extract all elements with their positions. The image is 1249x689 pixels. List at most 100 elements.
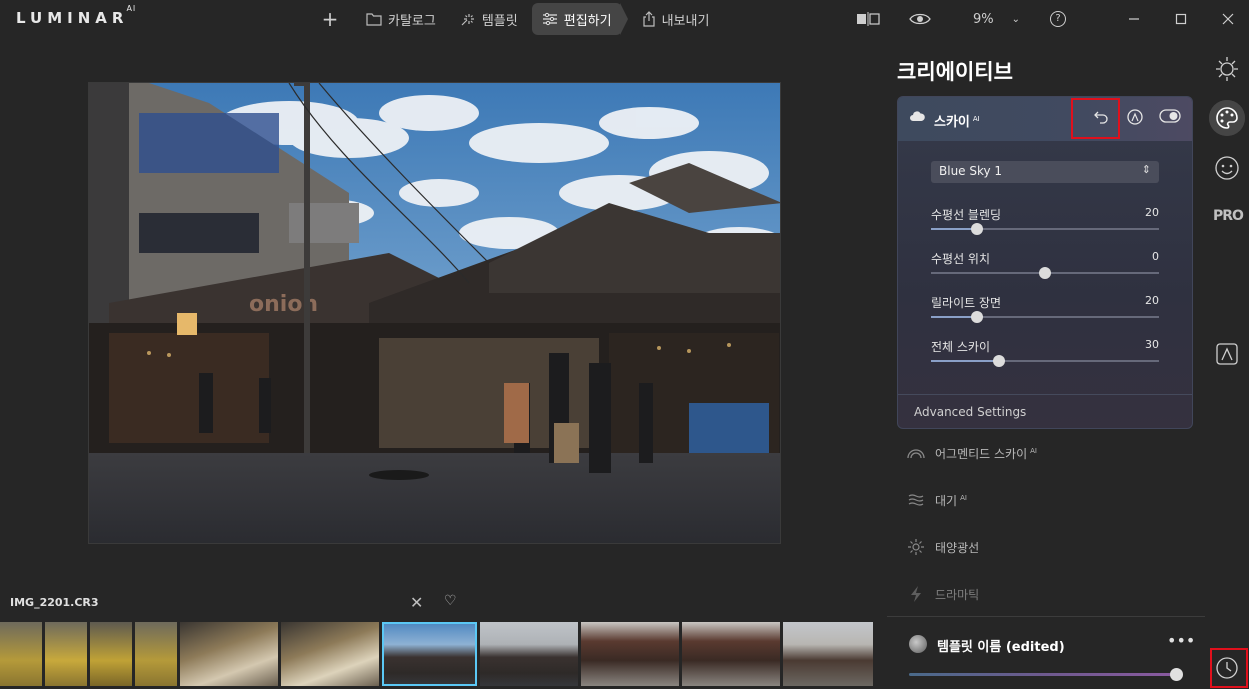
cloud-icon	[910, 111, 925, 121]
tab-export[interactable]: 내보내기	[632, 3, 720, 35]
help-button[interactable]: ?	[1050, 0, 1066, 38]
filmstrip-thumbnail[interactable]	[0, 622, 42, 686]
maximize-button[interactable]	[1175, 0, 1187, 38]
tab-catalog-label: 카탈로그	[388, 13, 436, 29]
slider-value: 20	[1145, 206, 1159, 219]
compare-icon	[857, 12, 880, 26]
pro-icon: PRO	[1213, 208, 1244, 224]
template-bar: 템플릿 이름 (edited) •••	[887, 616, 1205, 689]
slider-horizon-position[interactable]: 수평선 위치 0	[931, 250, 1159, 280]
maximize-icon	[1175, 13, 1187, 25]
chevron-up-down-icon: ⇕	[1141, 163, 1151, 176]
filmstrip-thumbnail[interactable]	[281, 622, 379, 686]
tab-templates[interactable]: 템플릿	[450, 3, 528, 35]
slider-knob[interactable]	[993, 355, 1006, 367]
reject-icon[interactable]: ✕	[410, 593, 423, 612]
filmstrip-header: IMG_2201.CR3 ✕ ♡	[0, 590, 887, 620]
filmstrip-thumbnail[interactable]	[135, 622, 177, 686]
export-icon	[642, 11, 655, 27]
compare-button[interactable]	[856, 0, 880, 38]
advanced-settings-label: Advanced Settings	[914, 405, 1027, 419]
tab-catalog[interactable]: 카탈로그	[356, 3, 446, 35]
tool-label: 태양광선	[935, 540, 980, 555]
slider-knob[interactable]	[970, 311, 983, 323]
more-options-icon[interactable]: •••	[1167, 631, 1195, 650]
essentials-button[interactable]	[1213, 54, 1241, 82]
tool-sunrays[interactable]: 태양광선	[907, 537, 979, 557]
tool-category-rail: PRO	[1205, 38, 1249, 689]
atmosphere-icon	[908, 494, 924, 506]
filmstrip-thumbnail[interactable]	[45, 622, 87, 686]
main-photo[interactable]: onion	[88, 82, 781, 544]
sky-preset-dropdown[interactable]: Blue Sky 1 ⇕	[931, 161, 1159, 183]
top-bar: LUMINARAI + 카탈로그 템플릿 편집하기 내보내기 9% ⌄ ?	[0, 0, 1249, 38]
slider-knob[interactable]	[970, 223, 983, 235]
zoom-dropdown[interactable]: 9% ⌄	[973, 0, 1020, 38]
sliders-icon	[542, 12, 557, 26]
favorite-heart-icon[interactable]: ♡	[444, 593, 457, 609]
template-name: 템플릿 이름 (edited)	[937, 640, 1065, 655]
zoom-value: 9%	[973, 11, 994, 27]
slider-global-sky[interactable]: 전체 스카이 30	[931, 338, 1159, 368]
slider-fill	[931, 360, 1000, 362]
slider-label: 수평선 위치	[931, 252, 991, 266]
tool-atmosphere[interactable]: 대기 AI	[907, 490, 967, 510]
local-masking-button[interactable]	[1213, 340, 1241, 368]
tools-panel: 크리에이티브 스카이 AI Blue Sky 1 ⇕ 수평선 블렌딩 20 수평…	[887, 38, 1205, 689]
help-icon: ?	[1050, 11, 1066, 27]
slider-relight-scene[interactable]: 릴라이트 장면 20	[931, 294, 1159, 324]
slider-label: 전체 스카이	[931, 340, 991, 354]
tab-export-label: 내보내기	[661, 13, 710, 29]
tool-label: 대기 AI	[935, 493, 967, 508]
app-logo: LUMINARAI	[16, 4, 137, 27]
slider-value: 30	[1145, 338, 1159, 351]
add-photos-button[interactable]: +	[318, 7, 342, 31]
close-button[interactable]	[1222, 0, 1234, 38]
tool-augmented-sky[interactable]: 어그멘티드 스카이 AI	[907, 443, 1037, 463]
image-canvas[interactable]: onion	[0, 38, 887, 588]
filmstrip-thumbnail[interactable]	[180, 622, 278, 686]
luminar-app: LUMINARAI + 카탈로그 템플릿 편집하기 내보내기 9% ⌄ ? on…	[0, 0, 1249, 689]
portrait-button[interactable]	[1213, 154, 1241, 182]
tab-edit[interactable]: 편집하기	[531, 3, 622, 35]
dramatic-icon	[911, 586, 921, 602]
filmstrip-thumbnail[interactable]	[682, 622, 780, 686]
template-amount-slider[interactable]	[909, 673, 1177, 676]
folder-icon	[366, 13, 382, 26]
tool-label: 어그멘티드 스카이 AI	[935, 446, 1037, 461]
sky-tool-header[interactable]: 스카이 AI	[898, 97, 1192, 141]
history-highlight-box	[1210, 648, 1248, 688]
slider-value: 20	[1145, 294, 1159, 307]
mask-button[interactable]	[1127, 109, 1143, 129]
slider-horizon-blending[interactable]: 수평선 블렌딩 20	[931, 206, 1159, 236]
filmstrip-thumbnail[interactable]	[783, 622, 873, 686]
sky-tool-title: 스카이 AI	[934, 114, 980, 130]
sparkle-icon	[461, 14, 474, 26]
filmstrip-thumbnail[interactable]	[90, 622, 132, 686]
filmstrip-thumbnail-selected[interactable]	[382, 622, 477, 686]
sunrays-icon	[908, 539, 924, 555]
sky-tool-card: 스카이 AI Blue Sky 1 ⇕ 수평선 블렌딩 20 수평선 위치 0 …	[897, 96, 1193, 429]
tab-edit-label: 편집하기	[563, 13, 612, 29]
undo-highlight-box	[1071, 98, 1120, 139]
image-filename: IMG_2201.CR3	[10, 596, 99, 609]
template-amount-knob[interactable]	[1170, 668, 1183, 681]
tool-dramatic[interactable]: 드라마틱	[907, 584, 979, 604]
minimize-button[interactable]	[1128, 0, 1140, 38]
slider-fill	[931, 228, 977, 230]
filmstrip-thumbnail[interactable]	[480, 622, 578, 686]
creative-button[interactable]	[1209, 100, 1245, 136]
preview-button[interactable]	[909, 0, 931, 38]
portrait-face-icon	[1215, 156, 1239, 180]
main-nav: + 카탈로그 템플릿 편집하기 내보내기	[318, 3, 719, 35]
tool-toggle[interactable]	[1159, 109, 1181, 127]
close-icon	[1222, 13, 1234, 25]
pro-button[interactable]: PRO	[1213, 208, 1244, 236]
minimize-icon	[1129, 18, 1139, 20]
tab-templates-label: 템플릿	[481, 13, 518, 29]
slider-fill	[931, 316, 977, 318]
advanced-settings-section[interactable]: Advanced Settings	[898, 394, 1192, 428]
slider-knob[interactable]	[1039, 267, 1051, 279]
filmstrip-thumbnail[interactable]	[581, 622, 679, 686]
mask-brush-icon	[1127, 109, 1143, 125]
